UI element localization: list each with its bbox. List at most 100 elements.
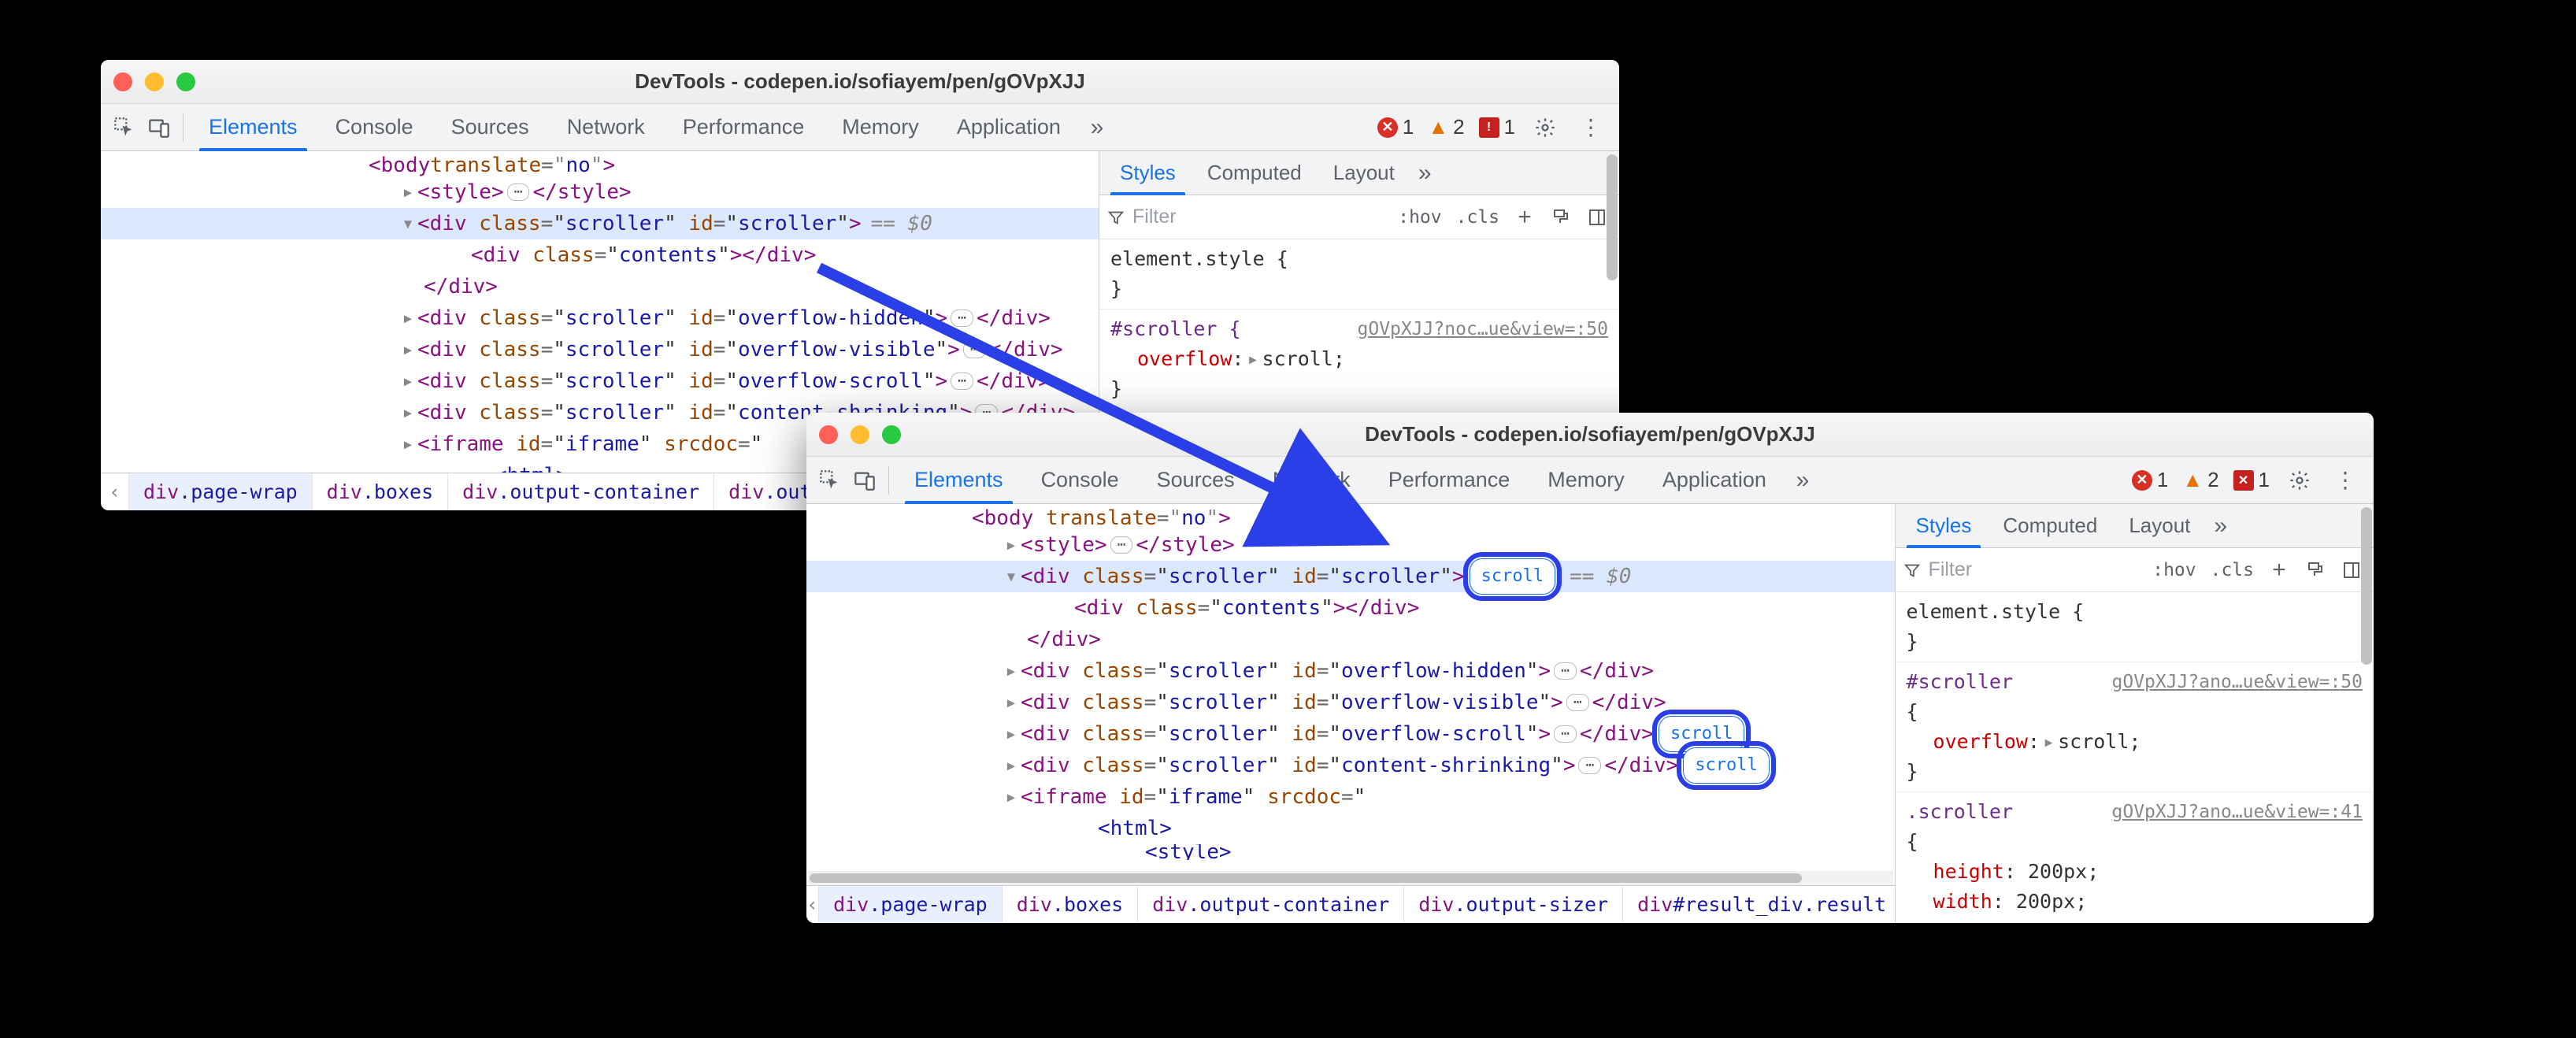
new-style-rule-icon[interactable]: + <box>1510 203 1539 232</box>
breadcrumb-scroll-left-icon[interactable]: ‹ <box>806 886 819 923</box>
dom-line[interactable]: </div> <box>101 271 1099 302</box>
rule-source-link[interactable]: gOVpXJJ?noc…ue&view=:50 <box>1358 314 1609 344</box>
css-property[interactable]: height: 200px; <box>1907 857 2363 887</box>
dom-line[interactable]: ▸ <div class="scroller" id="overflow-scr… <box>806 718 1895 750</box>
inspect-element-icon[interactable] <box>814 465 846 496</box>
hov-toggle[interactable]: :hov <box>1395 207 1444 228</box>
paint-icon[interactable] <box>2301 556 2330 584</box>
scroll-badge[interactable]: scroll <box>1470 558 1555 595</box>
close-window-button[interactable] <box>819 425 838 444</box>
ellipsis-pill[interactable]: ⋯ <box>1566 694 1589 711</box>
tab-elements[interactable]: Elements <box>897 457 1021 504</box>
dom-line[interactable]: ▸ <iframe id="iframe" srcdoc=" <box>806 781 1895 813</box>
dom-line[interactable]: ▸ <div class="scroller" id="overflow-vis… <box>101 334 1099 365</box>
dom-line[interactable]: ▸ <div class="scroller" id="overflow-hid… <box>806 655 1895 687</box>
dom-line[interactable]: <html> <box>806 813 1895 844</box>
tab-performance[interactable]: Performance <box>1371 457 1528 504</box>
vertical-scrollbar[interactable] <box>2361 507 2372 920</box>
tab-sources[interactable]: Sources <box>434 104 547 151</box>
tab-elements[interactable]: Elements <box>191 104 315 151</box>
more-tabs-icon[interactable]: » <box>1081 112 1113 143</box>
more-tabs-icon[interactable]: » <box>1787 465 1818 496</box>
css-property[interactable]: width: 200px; <box>1907 887 2363 917</box>
dom-line-selected[interactable]: ▾ <div class="scroller" id="scroller"> =… <box>101 208 1099 239</box>
issues-badge[interactable]: ✕ 1 <box>2233 468 2270 492</box>
dom-tree[interactable]: <body translate="no"> ▸ <style> ⋯ </styl… <box>806 504 1895 871</box>
kebab-menu-icon[interactable]: ⋮ <box>2330 465 2361 496</box>
minimize-window-button[interactable] <box>145 72 164 91</box>
tab-console[interactable]: Console <box>318 104 431 151</box>
dom-line-selected[interactable]: ▾ <div class="scroller" id="scroller"> s… <box>806 561 1895 592</box>
side-tab-computed[interactable]: Computed <box>1192 151 1318 195</box>
expand-arrow-icon[interactable]: ▸ <box>1003 718 1019 750</box>
styles-filter-input[interactable]: Filter <box>1903 558 2142 581</box>
tab-application[interactable]: Application <box>1645 457 1784 504</box>
rule-scroller-class[interactable]: gOVpXJJ?ano…ue&view=:41 .scroller { heig… <box>1907 797 2363 917</box>
css-property[interactable]: overflow:▸scroll; <box>1907 727 2363 757</box>
breadcrumb-item[interactable]: div#result_div.result <box>1623 886 1894 923</box>
side-tab-styles[interactable]: Styles <box>1104 151 1192 195</box>
tab-sources[interactable]: Sources <box>1140 457 1252 504</box>
expand-arrow-icon[interactable]: ▸ <box>1003 655 1019 687</box>
dom-line[interactable]: ▸ <div class="scroller" id="overflow-vis… <box>806 687 1895 718</box>
zoom-window-button[interactable] <box>176 72 195 91</box>
inspect-element-icon[interactable] <box>109 112 140 143</box>
dom-line[interactable]: <style> <box>806 844 1895 860</box>
styles-filter-input[interactable]: Filter <box>1107 206 1387 228</box>
expand-value-icon[interactable]: ▸ <box>1247 347 1258 370</box>
minimize-window-button[interactable] <box>851 425 869 444</box>
ellipsis-pill[interactable]: ⋯ <box>1554 662 1577 680</box>
expand-arrow-icon[interactable]: ▸ <box>1003 529 1019 561</box>
collapse-arrow-icon[interactable]: ▾ <box>400 208 416 239</box>
rule-element-style[interactable]: element.style { } <box>1110 244 1608 304</box>
dom-line[interactable]: </div> <box>806 624 1895 655</box>
horizontal-scrollbar[interactable] <box>808 871 1893 885</box>
cls-toggle[interactable]: .cls <box>2207 560 2257 580</box>
scroll-badge[interactable]: scroll <box>1683 747 1769 784</box>
css-property[interactable]: overflow:▸scroll; <box>1110 344 1608 374</box>
expand-arrow-icon[interactable]: ▸ <box>400 334 416 365</box>
rule-source-link[interactable]: gOVpXJJ?ano…ue&view=:41 <box>2112 797 2363 827</box>
ellipsis-pill[interactable]: ⋯ <box>963 341 986 358</box>
close-window-button[interactable] <box>113 72 132 91</box>
dom-line[interactable]: ▸ <div class="scroller" id="overflow-scr… <box>101 365 1099 397</box>
warnings-badge[interactable]: ▲ 2 <box>2182 468 2218 492</box>
expand-arrow-icon[interactable]: ▸ <box>1003 781 1019 813</box>
expand-value-icon[interactable]: ▸ <box>2043 730 2055 753</box>
side-tab-computed[interactable]: Computed <box>1987 504 2113 548</box>
rule-element-style[interactable]: element.style { } <box>1907 597 2363 657</box>
dom-line[interactable]: ▸ <div class="scroller" id="content-shri… <box>806 750 1895 781</box>
device-toolbar-icon[interactable] <box>849 465 880 496</box>
tab-network[interactable]: Network <box>550 104 662 151</box>
tab-network[interactable]: Network <box>1255 457 1368 504</box>
collapse-arrow-icon[interactable]: ▾ <box>1003 561 1019 592</box>
breadcrumb-item[interactable]: div.boxes <box>1003 886 1138 923</box>
side-tab-layout[interactable]: Layout <box>1318 151 1410 195</box>
dom-line[interactable]: ▸ <div class="scroller" id="overflow-hid… <box>101 302 1099 334</box>
tab-performance[interactable]: Performance <box>665 104 822 151</box>
kebab-menu-icon[interactable]: ⋮ <box>1575 112 1607 143</box>
breadcrumb-item[interactable]: div.output-container <box>1138 886 1404 923</box>
rule-scroller[interactable]: gOVpXJJ?noc…ue&view=:50 #scroller { over… <box>1110 314 1608 404</box>
settings-icon[interactable] <box>2284 465 2315 496</box>
dom-line[interactable]: <div class="contents"></div> <box>101 239 1099 271</box>
ellipsis-pill[interactable]: ⋯ <box>1110 536 1133 554</box>
errors-badge[interactable]: ✕ 1 <box>2132 468 2168 492</box>
hov-toggle[interactable]: :hov <box>2149 560 2199 580</box>
side-tab-styles[interactable]: Styles <box>1900 504 1988 548</box>
ellipsis-pill[interactable]: ⋯ <box>1554 725 1577 743</box>
expand-arrow-icon[interactable]: ▸ <box>400 428 416 460</box>
side-more-tabs-icon[interactable]: » <box>2206 504 2235 548</box>
expand-arrow-icon[interactable]: ▸ <box>400 397 416 428</box>
breadcrumb-item[interactable]: div.output-container <box>448 473 714 510</box>
styles-body[interactable]: element.style { } gOVpXJJ?ano…ue&view=:5… <box>1896 592 2374 923</box>
expand-arrow-icon[interactable]: ▸ <box>1003 750 1019 781</box>
tab-application[interactable]: Application <box>940 104 1078 151</box>
dom-line[interactable]: <body translate="no"> <box>101 154 1099 176</box>
breadcrumb-item[interactable]: div.page-wrap <box>819 886 1003 923</box>
settings-icon[interactable] <box>1529 112 1561 143</box>
rule-scroller-id[interactable]: gOVpXJJ?ano…ue&view=:50 #scroller { over… <box>1907 667 2363 787</box>
device-toolbar-icon[interactable] <box>143 112 175 143</box>
breadcrumb-scroll-left-icon[interactable]: ‹ <box>101 473 129 510</box>
errors-badge[interactable]: ✕ 1 <box>1377 115 1414 139</box>
